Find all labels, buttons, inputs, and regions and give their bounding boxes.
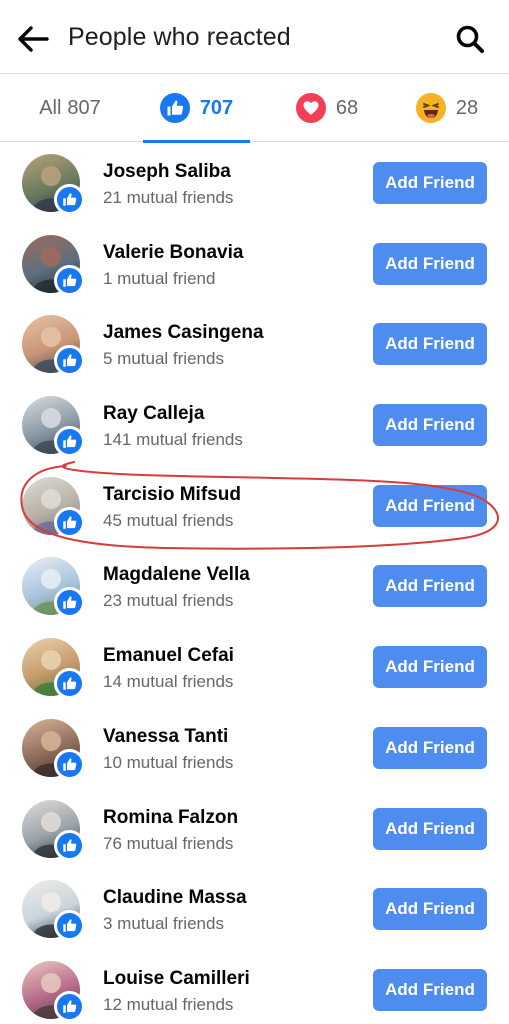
arrow-left-icon [18,26,49,52]
person-name[interactable]: Tarcisio Mifsud [103,484,241,506]
list-item[interactable]: James Casingena 5 mutual friends Add Frien… [0,304,509,385]
tab-haha-count: 28 [455,96,479,119]
add-friend-button[interactable]: Add Friend [373,162,487,204]
like-icon [54,587,85,619]
person-name[interactable]: Joseph Saliba [103,161,231,183]
add-friend-button[interactable]: Add Friend [373,646,487,689]
avatar-container[interactable] [22,315,85,377]
list-item[interactable]: Emanuel Cefai 14 mutual friends Add Friend [0,627,509,708]
avatar-container[interactable] [22,960,85,1022]
person-name[interactable]: Romina Falzon [103,807,238,829]
list-item[interactable]: Ray Calleja 141 mutual friends Add Friend [0,385,509,466]
search-button[interactable] [453,22,487,56]
mutual-friends[interactable]: 14 mutual friends [103,672,233,692]
love-icon [295,93,326,123]
person-name[interactable]: Magdalene Vella [103,564,250,586]
like-icon [54,990,85,1022]
add-friend-button[interactable]: Add Friend [373,323,487,366]
mutual-friends[interactable]: 23 mutual friends [103,591,233,611]
add-friend-button[interactable]: Add Friend [373,807,487,850]
mutual-friends[interactable]: 21 mutual friends [103,188,233,208]
tab-all-count: 807 [67,96,101,119]
tab-haha[interactable]: 28 [402,74,492,142]
like-icon [54,506,85,538]
like-icon [54,426,85,458]
list-item[interactable]: Valerie Bonavia 1 mutual friend Add Friend [0,224,509,305]
person-name[interactable]: James Casingena [103,322,264,344]
haha-icon [415,93,446,123]
tab-all-label: All [39,96,62,119]
tab-love[interactable]: 68 [282,74,372,142]
person-name[interactable]: Louise Camilleri [103,968,250,990]
search-icon [456,25,484,53]
person-name[interactable]: Vanessa Tanti [103,726,228,748]
like-icon [54,829,85,861]
mutual-friends[interactable]: 12 mutual friends [103,995,233,1015]
tab-like[interactable]: 707 [143,74,250,143]
person-name[interactable]: Claudine Massa [103,887,247,909]
list-item[interactable]: Vanessa Tanti 10 mutual friends Add Friend [0,708,509,789]
like-icon [54,910,85,942]
add-friend-button[interactable]: Add Friend [373,968,487,1011]
list-item[interactable]: Joseph Saliba 21 mutual friends Add Friend [0,143,509,224]
tab-love-count: 68 [335,96,359,119]
mutual-friends[interactable]: 76 mutual friends [103,834,233,854]
list-item[interactable]: Romina Falzon 76 mutual friends Add Friend [0,789,509,870]
page-title: People who reacted [68,23,291,51]
people-list: Joseph Saliba 21 mutual friends Add Friend… [0,143,509,1024]
avatar-container[interactable] [22,234,85,296]
add-friend-button[interactable]: Add Friend [373,484,487,527]
avatar-container[interactable] [22,154,85,215]
top-bar: People who reacted [0,0,509,74]
mutual-friends[interactable]: 45 mutual friends [103,511,233,531]
avatar-container[interactable] [22,557,85,619]
add-friend-button[interactable]: Add Friend [373,565,487,608]
mutual-friends[interactable]: 141 mutual friends [103,430,243,450]
like-icon [54,345,85,377]
tab-like-count: 707 [199,96,234,119]
avatar-container[interactable] [22,476,85,538]
like-icon [159,93,190,123]
avatar-container[interactable] [22,396,85,458]
list-item[interactable]: Magdalene Vella 23 mutual friends Add Frie… [0,546,509,627]
back-button[interactable] [16,22,50,56]
avatar-container[interactable] [22,638,85,700]
mutual-friends[interactable]: 3 mutual friends [103,914,224,934]
like-icon [54,184,85,215]
list-item[interactable]: Tarcisio Mifsud 45 mutual friends Add Frie… [0,466,509,547]
add-friend-button[interactable]: Add Friend [373,404,487,447]
like-icon [54,748,85,780]
tab-all[interactable]: All 807 [20,74,120,142]
person-name[interactable]: Emanuel Cefai [103,645,234,667]
mutual-friends[interactable]: 5 mutual friends [103,349,224,369]
reaction-tabs: All 807 707 68 28 [0,74,509,143]
add-friend-button[interactable]: Add Friend [373,726,487,769]
avatar-container[interactable] [22,880,85,942]
list-item[interactable]: Claudine Massa 3 mutual friends Add Friend [0,869,509,950]
person-name[interactable]: Valerie Bonavia [103,242,243,264]
list-item[interactable]: Louise Camilleri 12 mutual friends Add Fri… [0,950,509,1024]
mutual-friends[interactable]: 1 mutual friend [103,269,215,289]
like-icon [54,264,85,296]
avatar-container[interactable] [22,799,85,861]
avatar-container[interactable] [22,718,85,780]
like-icon [54,668,85,700]
person-name[interactable]: Ray Calleja [103,403,204,425]
mutual-friends[interactable]: 10 mutual friends [103,753,233,773]
add-friend-button[interactable]: Add Friend [373,888,487,931]
add-friend-button[interactable]: Add Friend [373,242,487,285]
